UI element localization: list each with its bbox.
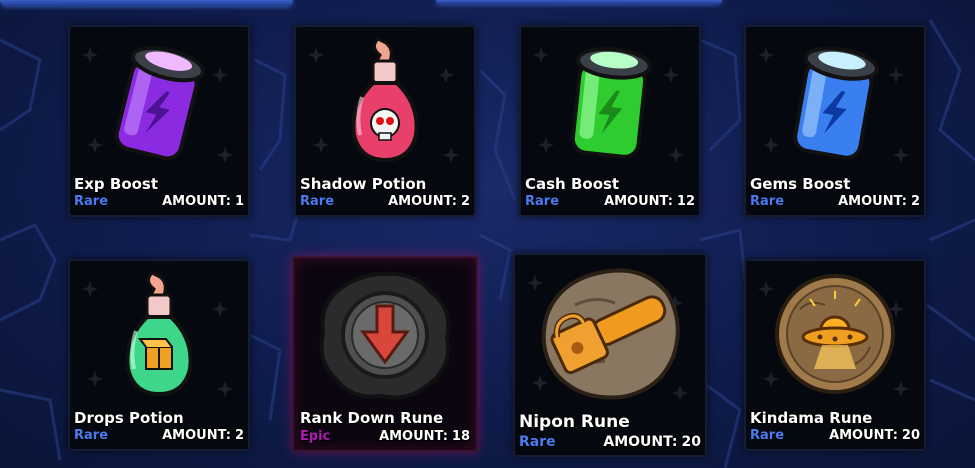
item-rarity: Rare — [74, 194, 109, 209]
item-amount: AMOUNT: 1 — [162, 194, 244, 209]
amount-label: AMOUNT: — [379, 429, 448, 444]
item-rarity: Epic — [300, 429, 331, 444]
item-name: Nipon Rune — [519, 412, 630, 432]
item-amount: AMOUNT: 20 — [603, 434, 701, 450]
chainsaw-rune-icon — [541, 268, 680, 400]
amount-label: AMOUNT: — [838, 194, 907, 209]
amount-value: 20 — [681, 434, 701, 450]
item-amount: AMOUNT: 2 — [162, 428, 244, 443]
item-card-nipon-rune[interactable]: Nipon Rune Rare AMOUNT: 20 — [513, 253, 707, 457]
item-name: Shadow Potion — [300, 175, 427, 193]
amount-label: AMOUNT: — [162, 428, 231, 443]
purple-jar-icon — [114, 45, 206, 161]
item-amount: AMOUNT: 12 — [604, 194, 695, 209]
item-amount: AMOUNT: 2 — [838, 194, 920, 209]
top-tab-left[interactable] — [0, 0, 293, 6]
item-card-gems-boost[interactable]: Gems Boost Rare AMOUNT: 2 — [744, 25, 926, 217]
item-card-cash-boost[interactable]: Cash Boost Rare AMOUNT: 12 — [519, 25, 701, 217]
amount-value: 2 — [234, 428, 244, 443]
item-rarity: Rare — [519, 434, 556, 450]
amount-value: 20 — [901, 428, 920, 443]
amount-value: 12 — [676, 194, 695, 209]
amount-value: 18 — [451, 429, 470, 444]
item-rarity: Rare — [74, 428, 109, 443]
amount-value: 1 — [234, 194, 244, 209]
item-rarity: Rare — [525, 194, 560, 209]
item-card-rank-down-rune[interactable]: Rank Down Rune Epic AMOUNT: 18 — [292, 256, 478, 452]
blue-jar-icon — [793, 46, 879, 160]
amount-label: AMOUNT: — [829, 428, 898, 443]
amount-label: AMOUNT: — [388, 194, 457, 209]
down-arrow-rune-icon — [319, 271, 451, 400]
amount-label: AMOUNT: — [603, 434, 678, 450]
amount-value: 2 — [910, 194, 920, 209]
amount-label: AMOUNT: — [162, 194, 231, 209]
item-rarity: Rare — [750, 194, 785, 209]
item-card-exp-boost[interactable]: Exp Boost Rare AMOUNT: 1 — [68, 25, 250, 217]
item-amount: AMOUNT: 2 — [388, 194, 470, 209]
item-name: Exp Boost — [74, 175, 159, 193]
amount-value: 2 — [460, 194, 470, 209]
ufo-rune-icon — [775, 274, 895, 394]
item-card-drops-potion[interactable]: Drops Potion Rare AMOUNT: 2 — [68, 259, 250, 451]
top-tab-right[interactable] — [436, 0, 722, 4]
item-amount: AMOUNT: 20 — [829, 428, 920, 443]
item-card-shadow-potion[interactable]: Shadow Potion Rare AMOUNT: 2 — [294, 25, 476, 217]
item-name: Cash Boost — [525, 175, 620, 193]
item-card-kindama-rune[interactable]: Kindama Rune Rare AMOUNT: 20 — [744, 259, 926, 451]
item-rarity: Rare — [300, 194, 335, 209]
skull-potion-icon — [351, 37, 419, 163]
item-name: Kindama Rune — [750, 409, 873, 427]
item-rarity: Rare — [750, 428, 785, 443]
box-potion-icon — [125, 271, 193, 397]
green-jar-icon — [570, 46, 652, 159]
item-name: Gems Boost — [750, 175, 851, 193]
item-name: Drops Potion — [74, 409, 184, 427]
item-amount: AMOUNT: 18 — [379, 429, 470, 444]
amount-label: AMOUNT: — [604, 194, 673, 209]
item-name: Rank Down Rune — [300, 409, 444, 427]
